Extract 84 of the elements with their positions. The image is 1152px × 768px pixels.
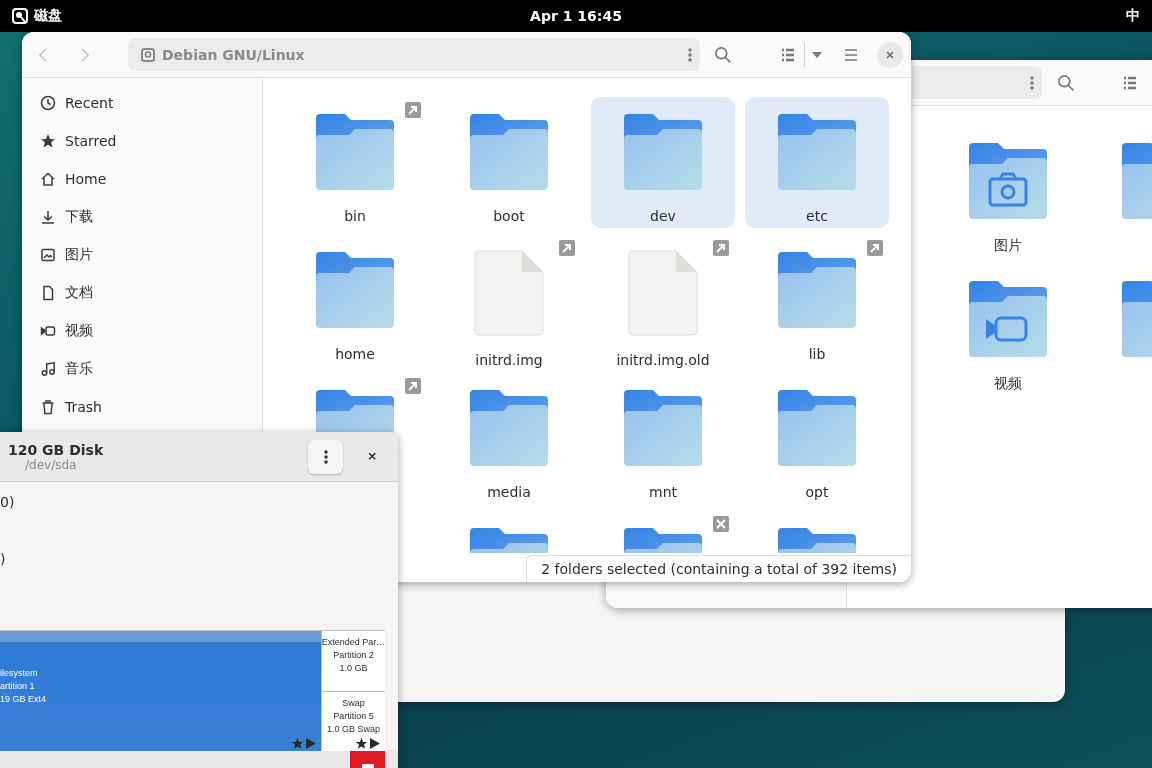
file-name: boot: [493, 207, 525, 226]
sidebar-item[interactable]: Trash: [22, 388, 262, 426]
file-name: bin: [344, 207, 366, 226]
sidebar-item[interactable]: Home: [22, 160, 262, 198]
sidebar-item[interactable]: 视频: [22, 312, 262, 350]
partition-label: Swap Partition 5 1.0 GB Swap: [327, 697, 380, 736]
sidebar-item[interactable]: Recent: [22, 84, 262, 122]
home-icon: [40, 171, 56, 187]
play-icon: [369, 737, 381, 750]
file-item[interactable]: lib: [745, 235, 889, 366]
menu-button[interactable]: [308, 439, 343, 474]
more-dots-icon: [688, 47, 692, 62]
file-name: 图片: [994, 236, 1022, 255]
folder-icon: [469, 112, 549, 192]
file-item[interactable]: opt: [745, 373, 889, 504]
file-item[interactable]: 图片: [936, 126, 1080, 257]
download-icon: [40, 209, 56, 225]
videos-folder-icon: [968, 279, 1048, 359]
file-name: home: [335, 345, 375, 364]
close-icon: [367, 450, 379, 463]
close-icon: [884, 48, 896, 61]
folder-icon: [777, 388, 857, 468]
play-icon: [305, 737, 317, 750]
search-icon: [1057, 73, 1075, 92]
partition-label: ilesystem artition 1 19 GB Ext4: [0, 667, 47, 706]
device-path: /dev/sda: [25, 457, 77, 472]
folder-icon: [623, 112, 703, 192]
disks-app-icon: [12, 8, 28, 24]
close-button[interactable]: [877, 41, 903, 68]
file-name: lib: [808, 345, 826, 364]
file-icon: [628, 250, 698, 336]
disk-title: 120 GB Disk: [8, 441, 104, 458]
field-value: 0): [0, 493, 15, 512]
file-name: etc: [806, 207, 828, 226]
sidebar-item[interactable]: Starred: [22, 122, 262, 160]
folder-icon: [469, 388, 549, 468]
folder-icon: [315, 250, 395, 330]
clock[interactable]: Apr 1 16:45: [530, 8, 622, 24]
file-item[interactable]: etc: [745, 97, 889, 228]
star-icon: [40, 133, 56, 149]
clock-icon: [40, 95, 56, 111]
file-icon: [474, 250, 544, 336]
folder-icon: [315, 112, 395, 192]
file-item[interactable]: home: [283, 235, 427, 366]
file-name: dev: [650, 207, 676, 226]
video-camera-icon: [40, 323, 56, 339]
document-icon: [40, 285, 56, 301]
menu-icon: [843, 46, 859, 63]
file-item[interactable]: 视频: [936, 264, 1080, 395]
sidebar-item[interactable]: 音乐: [22, 350, 262, 388]
file-item[interactable]: boot: [437, 97, 581, 228]
more-dots-icon: [323, 449, 328, 464]
pictures-folder-icon: [968, 141, 1048, 221]
selection-status: 2 folders selected (containing a total of 392 items): [526, 555, 911, 582]
folder-icon: [777, 250, 857, 330]
file-item[interactable]: media: [437, 373, 581, 504]
partition-segment[interactable]: Swap Partition 5 1.0 GB Swap: [321, 691, 385, 751]
location-label: Debian GNU/Linux: [162, 46, 306, 63]
music-note-icon: [40, 361, 56, 377]
partition-segment[interactable]: Extended Par… Partition 2 1.0 GB: [321, 631, 385, 691]
drive-icon: [140, 46, 156, 63]
file-name: media: [487, 483, 531, 502]
file-name: opt: [805, 483, 829, 502]
list-view-icon: [780, 46, 796, 63]
file-name: mnt: [649, 483, 677, 502]
file-item[interactable]: dev: [591, 97, 735, 228]
sidebar-item[interactable]: 下载: [22, 198, 262, 236]
partition-label: Extended Par… Partition 2 1.0 GB: [321, 636, 386, 675]
more-dots-icon: [1030, 75, 1034, 90]
field-value: ): [0, 550, 6, 569]
sidebar-item[interactable]: 文档: [22, 274, 262, 312]
trash-icon: [40, 399, 56, 415]
partition-segment[interactable]: ilesystem artition 1 19 GB Ext4: [0, 631, 321, 751]
input-method-indicator[interactable]: 中: [1126, 7, 1140, 25]
list-view-icon: [1122, 74, 1138, 91]
file-item[interactable]: mnt: [591, 373, 735, 504]
search-icon: [714, 45, 732, 64]
folder-icon: [777, 112, 857, 192]
image-icon: [40, 247, 56, 263]
file-name: 视频: [994, 374, 1022, 393]
app-menu-label[interactable]: 磁盘: [34, 7, 62, 25]
folder-icon: [623, 388, 703, 468]
file-item[interactable]: bin: [283, 97, 427, 228]
sidebar-item[interactable]: 图片: [22, 236, 262, 274]
